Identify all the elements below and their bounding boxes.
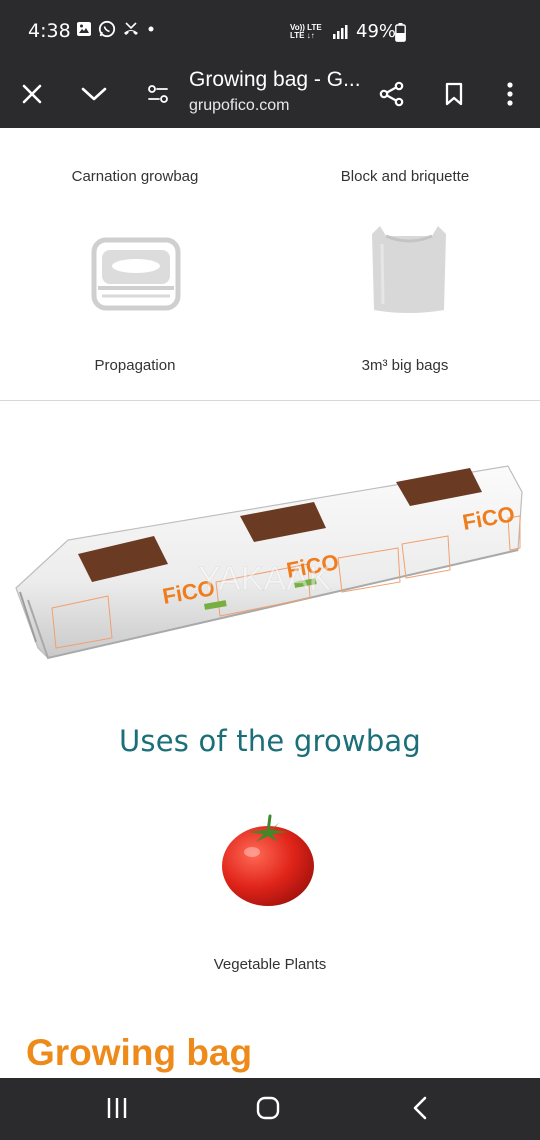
growbag-product-image: FiCO FiCO FiCO YAKAAK [8,458,528,673]
notification-icons [76,20,156,38]
web-content: Carnation growbag Block and briquette Pr… [0,128,540,1078]
watermark: YAKAAK [198,560,332,598]
home-button[interactable] [238,1090,298,1130]
page-url[interactable]: grupofico.com [189,97,290,115]
page-title[interactable]: Growing bag - G... [189,68,361,92]
section-divider [0,400,540,401]
propagation-tray-icon[interactable] [90,236,182,317]
share-icon [379,81,405,112]
product-link-carnation-growbag[interactable]: Carnation growbag [35,168,235,185]
battery-icon [395,23,406,47]
gallery-icon [76,21,92,37]
big-bag-icon[interactable] [366,224,452,321]
product-link-propagation[interactable]: Propagation [35,357,235,374]
back-icon [411,1095,429,1126]
share-button[interactable] [372,76,412,116]
status-time: 4:38 [28,20,71,42]
signal-icon [332,24,350,45]
network-indicator: Vo)) LTE LTE ↓↑ [290,24,322,40]
bookmark-icon [444,82,464,111]
page-settings-icon [147,84,169,109]
system-nav-bar [0,1078,540,1140]
more-icon [506,81,514,112]
recents-icon [105,1096,129,1125]
page-settings-button[interactable] [138,76,178,116]
close-icon [21,83,43,110]
dot-icon [146,24,156,34]
minimize-button[interactable] [74,76,114,116]
growing-bag-heading: Growing bag [26,1032,253,1073]
product-link-big-bags[interactable]: 3m³ big bags [305,357,505,374]
close-button[interactable] [12,76,52,116]
vegetable-plants-label: Vegetable Plants [213,956,327,973]
bookmark-button[interactable] [434,76,474,116]
back-button[interactable] [390,1090,450,1130]
chevron-down-icon [81,86,107,107]
whatsapp-icon [98,20,116,38]
home-icon [255,1095,281,1126]
more-options-button[interactable] [490,76,530,116]
browser-toolbar: Growing bag - G... grupofico.com [0,64,540,128]
tomato-image [218,812,318,913]
uses-heading: Uses of the growbag [118,724,422,758]
battery-percent: 49% [356,21,397,42]
status-bar: 4:38 Vo)) LTE LTE ↓↑ 49% [0,0,540,64]
network-label-bottom: LTE ↓↑ [290,31,315,40]
recents-button[interactable] [87,1090,147,1130]
product-link-block-briquette[interactable]: Block and briquette [305,168,505,185]
missed-call-icon [122,20,140,38]
